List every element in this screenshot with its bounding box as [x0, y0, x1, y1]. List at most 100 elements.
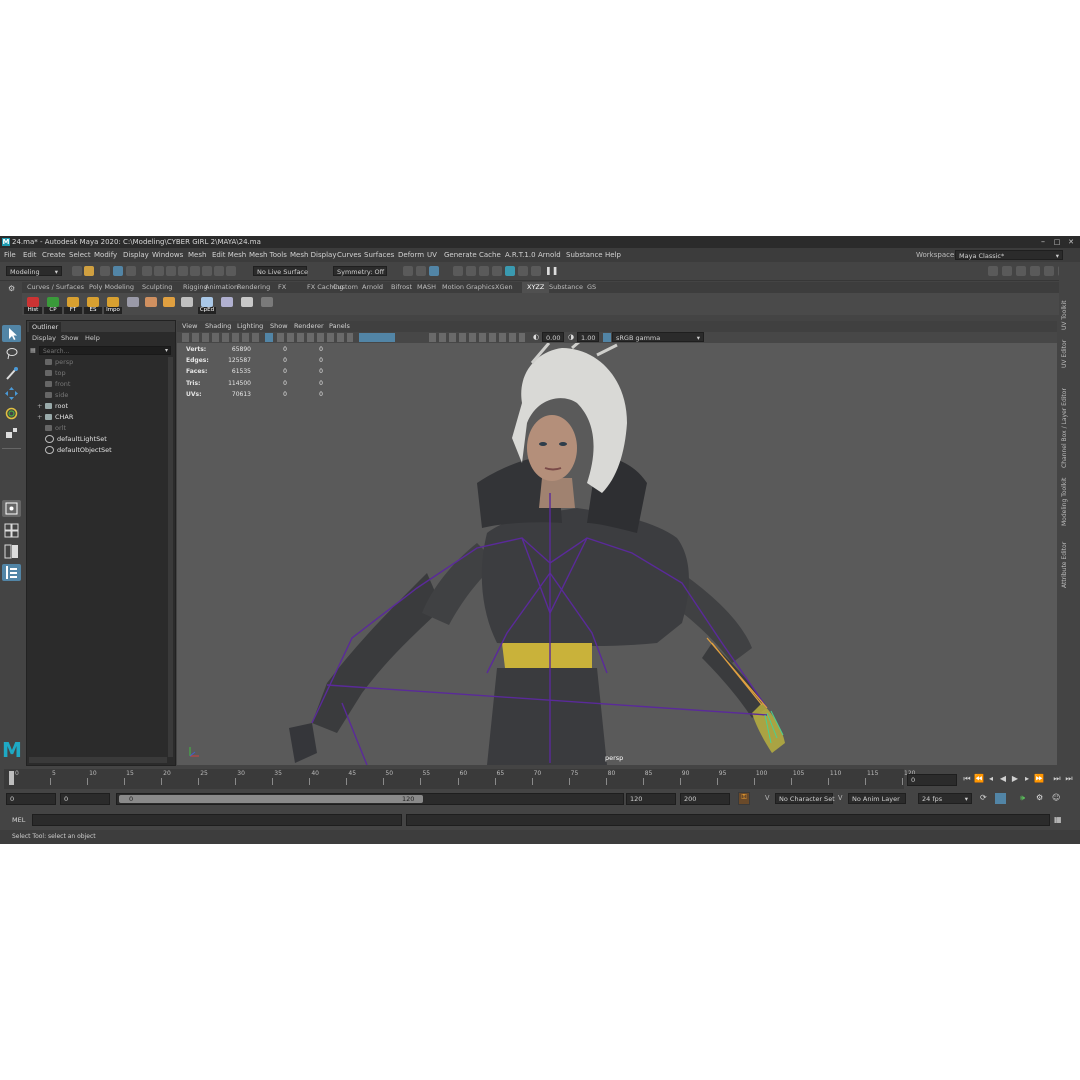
paint-select-tool-icon[interactable]: [2, 365, 21, 382]
gamma-field[interactable]: 1.00: [577, 332, 599, 342]
outliner-menu-display[interactable]: Display: [32, 334, 56, 342]
playback-start-field[interactable]: 0: [60, 793, 110, 805]
search-filter-icon[interactable]: ▦: [30, 347, 36, 354]
layout-icon[interactable]: [988, 266, 998, 276]
outliner-scrollbar[interactable]: [168, 357, 173, 757]
layout-side-icon[interactable]: [1030, 266, 1040, 276]
render-view-icon[interactable]: [453, 266, 463, 276]
menu-substance[interactable]: Substance: [566, 251, 603, 259]
minimize-button[interactable]: –: [1036, 237, 1050, 247]
shelf-button-ft-icon[interactable]: FT: [64, 295, 82, 314]
select-hierarchy-icon[interactable]: [100, 266, 110, 276]
scale-tool-icon[interactable]: [2, 425, 21, 442]
menu-curves[interactable]: Curves: [337, 251, 361, 259]
menu-deform[interactable]: Deform: [398, 251, 424, 259]
tab-uv-toolkit[interactable]: UV Toolkit: [1061, 300, 1068, 330]
play-forward-icon[interactable]: ▶: [1010, 774, 1020, 784]
shelf-tab-fx[interactable]: FX: [273, 282, 291, 293]
viewport-menu-view[interactable]: View: [182, 322, 197, 330]
viewport-menu-renderer[interactable]: Renderer: [294, 322, 324, 330]
menu-file[interactable]: File: [4, 251, 16, 259]
snap-magnet-icon[interactable]: [226, 266, 236, 276]
layout-four-icon[interactable]: [1016, 266, 1026, 276]
menu-display[interactable]: Display: [123, 251, 149, 259]
shelf-button-tool-12-icon[interactable]: [258, 295, 276, 314]
menu-mesh[interactable]: Mesh: [188, 251, 206, 259]
outliner-search-input[interactable]: Search...: [39, 346, 171, 355]
select-tool-icon[interactable]: [2, 325, 21, 342]
pause-icon[interactable]: ❚❚: [545, 266, 558, 276]
script-editor-icon[interactable]: ▦: [1054, 815, 1064, 825]
tab-modeling-toolkit[interactable]: Modeling Toolkit: [1061, 478, 1068, 526]
shelf-button-es-icon[interactable]: ES: [84, 295, 102, 314]
viewport-menu-shading[interactable]: Shading: [205, 322, 231, 330]
select-object-icon[interactable]: [113, 266, 123, 276]
menu-select[interactable]: Select: [69, 251, 91, 259]
lasso-tool-icon[interactable]: [2, 345, 21, 362]
step-forward-icon[interactable]: ▸: [1022, 774, 1032, 784]
mel-label[interactable]: MEL: [12, 816, 25, 824]
snap-point-icon[interactable]: [190, 266, 200, 276]
viewport-menu-lighting[interactable]: Lighting: [237, 322, 263, 330]
arnold-ipr-icon[interactable]: [531, 266, 541, 276]
outliner-item-defaultobjectset[interactable]: defaultObjectSet: [45, 445, 112, 456]
menu-mesh-tools[interactable]: Mesh Tools: [249, 251, 287, 259]
shelf-tab-sculpting[interactable]: Sculpting: [137, 282, 177, 293]
tab-uv-editor[interactable]: UV Editor: [1061, 340, 1068, 368]
menu-cache[interactable]: Cache: [479, 251, 501, 259]
outliner-item-front[interactable]: front: [45, 379, 70, 390]
render-settings-icon[interactable]: [492, 266, 502, 276]
grid-toggle-icon[interactable]: [265, 333, 273, 342]
menu-arnold[interactable]: Arnold: [538, 251, 561, 259]
display-toggle-icons[interactable]: [429, 333, 525, 342]
viewport-menu-panels[interactable]: Panels: [329, 322, 350, 330]
two-view-layout-icon[interactable]: [2, 543, 21, 560]
expand-icon[interactable]: +: [37, 412, 42, 423]
outliner-item-defaultlightset[interactable]: defaultLightSet: [45, 434, 107, 445]
vertex-mode-icon[interactable]: [142, 266, 152, 276]
layout-stack-icon[interactable]: [1044, 266, 1054, 276]
shelf-button-cp-icon[interactable]: CP: [44, 295, 62, 314]
range-end-field[interactable]: 200: [680, 793, 730, 805]
menu-modify[interactable]: Modify: [94, 251, 117, 259]
chevron-down-icon[interactable]: ▾: [165, 347, 168, 354]
fps-dropdown[interactable]: 24 fps ▾: [918, 793, 972, 804]
range-slider-track[interactable]: 0 120: [116, 793, 624, 805]
shelf-button-tool-10-icon[interactable]: [218, 295, 236, 314]
camera-icon[interactable]: [429, 266, 439, 276]
move-tool-icon[interactable]: [2, 385, 21, 402]
outliner-item-persp[interactable]: persp: [45, 357, 73, 368]
loop-icon[interactable]: ⟳: [980, 793, 987, 802]
shelf-button-impo-icon[interactable]: Impo: [104, 295, 122, 314]
expand-icon[interactable]: +: [37, 401, 42, 412]
go-to-start-icon[interactable]: ⏮: [962, 774, 972, 784]
playback-end-field[interactable]: 120: [626, 793, 676, 805]
outliner-menu-help[interactable]: Help: [85, 334, 100, 342]
rotate-tool-icon[interactable]: [2, 405, 21, 422]
shelf-button-tool-5-icon[interactable]: [124, 295, 142, 314]
mode-dropdown[interactable]: Modeling ▾: [6, 266, 62, 276]
snap-curve-icon[interactable]: [178, 266, 188, 276]
symmetry-dropdown[interactable]: Symmetry: Off: [333, 266, 387, 276]
folder-open-icon[interactable]: [84, 266, 94, 276]
range-start-field[interactable]: 0: [6, 793, 56, 805]
character-set-dropdown[interactable]: No Character Set: [775, 793, 835, 804]
anim-prefs-icon[interactable]: ⚙: [1036, 793, 1043, 802]
shelf-tab-curves-surfaces[interactable]: Curves / Surfaces: [22, 282, 89, 293]
shelf-button-cped-icon[interactable]: CpEd: [198, 295, 216, 314]
ipr-render-icon[interactable]: [479, 266, 489, 276]
step-forward-key-icon[interactable]: ⏩: [1034, 774, 1044, 784]
snap-surface-icon[interactable]: [214, 266, 224, 276]
color-space-dropdown[interactable]: sRGB gamma ▾: [612, 332, 704, 342]
menu-windows[interactable]: Windows: [152, 251, 183, 259]
shelf-tab-gs[interactable]: GS: [582, 282, 601, 293]
cache-playback-icon[interactable]: [995, 793, 1006, 804]
color-management-icon[interactable]: [603, 333, 611, 342]
tab-attribute-editor[interactable]: Attribute Editor: [1061, 542, 1068, 588]
outliner-hscrollbar[interactable]: [29, 757, 167, 763]
command-input[interactable]: [32, 814, 402, 826]
menu-help[interactable]: Help: [605, 251, 621, 259]
active-shading-icons[interactable]: [359, 333, 395, 342]
outliner-item-top[interactable]: top: [45, 368, 66, 379]
single-perspective-layout-icon[interactable]: [2, 500, 21, 517]
